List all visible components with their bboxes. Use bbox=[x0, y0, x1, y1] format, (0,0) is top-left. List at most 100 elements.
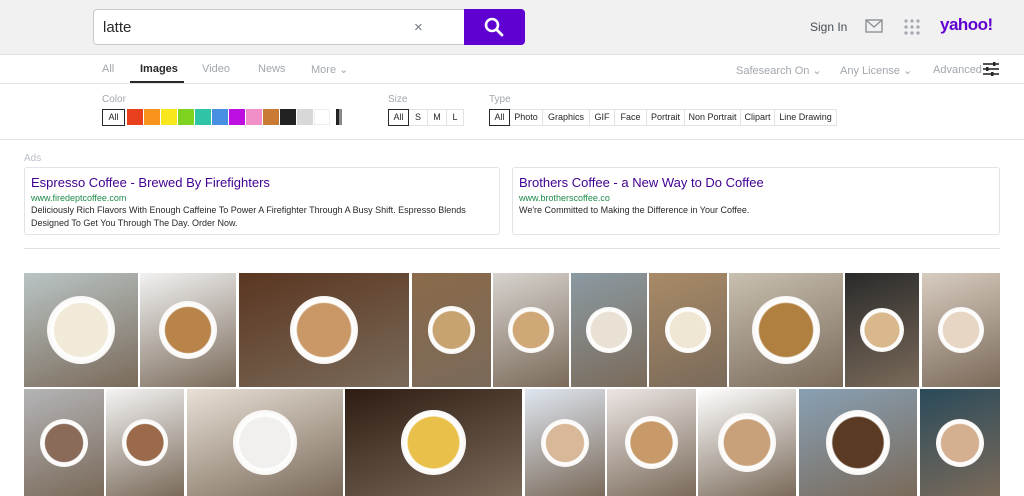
color-swatch[interactable] bbox=[127, 109, 143, 125]
tab-news[interactable]: News bbox=[258, 63, 286, 75]
image-thumbnail[interactable] bbox=[571, 273, 647, 387]
latte-cup-graphic bbox=[624, 415, 679, 470]
image-thumbnail[interactable] bbox=[106, 389, 184, 496]
latte-cup-graphic bbox=[937, 306, 985, 354]
color-swatch[interactable] bbox=[161, 109, 177, 125]
color-swatch[interactable] bbox=[229, 109, 245, 125]
latte-cup-graphic bbox=[717, 413, 777, 472]
type-line-drawing-chip[interactable]: Line Drawing bbox=[775, 109, 837, 126]
image-thumbnail[interactable] bbox=[698, 389, 796, 496]
type-filter-label: Type bbox=[489, 94, 511, 105]
image-thumbnail[interactable] bbox=[525, 389, 605, 496]
ad-title[interactable]: Espresso Coffee - Brewed By Firefighters bbox=[31, 175, 270, 190]
ad-url[interactable]: www.firedeptcoffee.com bbox=[31, 193, 126, 203]
type-graphics-chip[interactable]: Graphics bbox=[543, 109, 590, 126]
size-filter-label: Size bbox=[388, 94, 408, 105]
ad-card[interactable]: Brothers Coffee - a New Way to Do Coffee… bbox=[512, 167, 1000, 235]
latte-cup-graphic bbox=[751, 295, 821, 365]
safesearch-dropdown[interactable]: Safesearch On ⌄ bbox=[736, 64, 822, 77]
license-dropdown[interactable]: Any License ⌄ bbox=[840, 64, 912, 77]
image-thumbnail[interactable] bbox=[649, 273, 727, 387]
latte-cup-graphic bbox=[46, 295, 116, 365]
active-tab-indicator bbox=[130, 81, 184, 83]
ad-url[interactable]: www.brotherscoffee.co bbox=[519, 193, 610, 203]
color-all-chip[interactable]: All bbox=[102, 109, 125, 126]
type-gif-chip[interactable]: GIF bbox=[590, 109, 615, 126]
ad-description: Deliciously Rich Flavors With Enough Caf… bbox=[31, 205, 466, 228]
latte-cup-graphic bbox=[121, 419, 169, 466]
vertical-tabs: All Images Video News More ⌄ Safesearch … bbox=[0, 55, 1024, 84]
color-swatch[interactable] bbox=[246, 109, 262, 125]
latte-cup-graphic bbox=[859, 307, 905, 353]
search-icon bbox=[484, 17, 504, 37]
image-thumbnail[interactable] bbox=[845, 273, 919, 387]
ad-description: We're Committed to Making the Difference… bbox=[519, 205, 750, 215]
latte-cup-graphic bbox=[586, 307, 632, 353]
mail-icon[interactable] bbox=[865, 19, 883, 33]
latte-cup-graphic bbox=[427, 306, 476, 354]
color-swatch[interactable] bbox=[314, 109, 330, 125]
search-box[interactable]: × bbox=[93, 9, 465, 45]
latte-cup-graphic bbox=[40, 418, 88, 467]
ads-label: Ads bbox=[24, 153, 42, 164]
latte-cup-graphic bbox=[541, 418, 589, 467]
latte-cup-graphic bbox=[159, 301, 217, 359]
image-thumbnail[interactable] bbox=[412, 273, 491, 387]
latte-cup-graphic bbox=[289, 295, 359, 365]
color-filter-label: Color bbox=[102, 94, 126, 105]
size-s-chip[interactable]: S bbox=[409, 109, 428, 126]
yahoo-logo[interactable]: yahoo! bbox=[940, 15, 993, 35]
color-swatch[interactable] bbox=[212, 109, 228, 125]
size-l-chip[interactable]: L bbox=[447, 109, 464, 126]
color-swatch[interactable] bbox=[280, 109, 296, 125]
color-swatch[interactable] bbox=[195, 109, 211, 125]
sliders-icon[interactable] bbox=[983, 62, 999, 76]
image-thumbnail[interactable] bbox=[799, 389, 917, 496]
advanced-link[interactable]: Advanced bbox=[933, 64, 982, 76]
latte-cup-graphic bbox=[936, 418, 984, 467]
search-input[interactable] bbox=[103, 10, 393, 44]
latte-cup-graphic bbox=[664, 306, 712, 354]
color-swatch[interactable] bbox=[331, 109, 347, 125]
latte-cup-graphic bbox=[508, 307, 554, 353]
tab-more[interactable]: More ⌄ bbox=[311, 63, 348, 76]
color-swatch[interactable] bbox=[297, 109, 313, 125]
image-thumbnail[interactable] bbox=[24, 389, 104, 496]
type-clipart-chip[interactable]: Clipart bbox=[741, 109, 775, 126]
image-thumbnail[interactable] bbox=[140, 273, 236, 387]
color-swatch[interactable] bbox=[144, 109, 160, 125]
apps-grid-icon[interactable] bbox=[904, 19, 920, 35]
size-m-chip[interactable]: M bbox=[428, 109, 447, 126]
image-thumbnail[interactable] bbox=[922, 273, 1000, 387]
latte-cup-graphic bbox=[232, 410, 298, 475]
image-thumbnail[interactable] bbox=[239, 273, 409, 387]
ad-title[interactable]: Brothers Coffee - a New Way to Do Coffee bbox=[519, 175, 764, 190]
latte-cup-graphic bbox=[401, 410, 466, 475]
sign-in-link[interactable]: Sign In bbox=[810, 20, 847, 34]
color-swatch[interactable] bbox=[178, 109, 194, 125]
image-thumbnail[interactable] bbox=[345, 389, 522, 496]
type-face-chip[interactable]: Face bbox=[615, 109, 647, 126]
filter-bar: Color All Size All S M L Type All Photo … bbox=[0, 84, 1024, 140]
image-thumbnail[interactable] bbox=[607, 389, 696, 496]
clear-icon[interactable]: × bbox=[414, 19, 423, 36]
tab-images[interactable]: Images bbox=[140, 63, 178, 75]
image-thumbnail[interactable] bbox=[493, 273, 569, 387]
image-thumbnail[interactable] bbox=[729, 273, 843, 387]
section-divider bbox=[24, 248, 1000, 249]
search-button[interactable] bbox=[464, 9, 525, 45]
size-all-chip[interactable]: All bbox=[388, 109, 409, 126]
latte-cup-graphic bbox=[825, 410, 891, 475]
type-non-portrait-chip[interactable]: Non Portrait bbox=[685, 109, 741, 126]
ad-card[interactable]: Espresso Coffee - Brewed By Firefighters… bbox=[24, 167, 500, 235]
tab-video[interactable]: Video bbox=[202, 63, 230, 75]
header-bar: × Sign In yahoo! bbox=[0, 0, 1024, 55]
tab-all[interactable]: All bbox=[102, 63, 114, 75]
image-thumbnail[interactable] bbox=[187, 389, 343, 496]
color-swatch[interactable] bbox=[263, 109, 279, 125]
type-photo-chip[interactable]: Photo bbox=[510, 109, 543, 126]
image-thumbnail[interactable] bbox=[920, 389, 1000, 496]
type-portrait-chip[interactable]: Portrait bbox=[647, 109, 685, 126]
type-all-chip[interactable]: All bbox=[489, 109, 510, 126]
image-thumbnail[interactable] bbox=[24, 273, 138, 387]
